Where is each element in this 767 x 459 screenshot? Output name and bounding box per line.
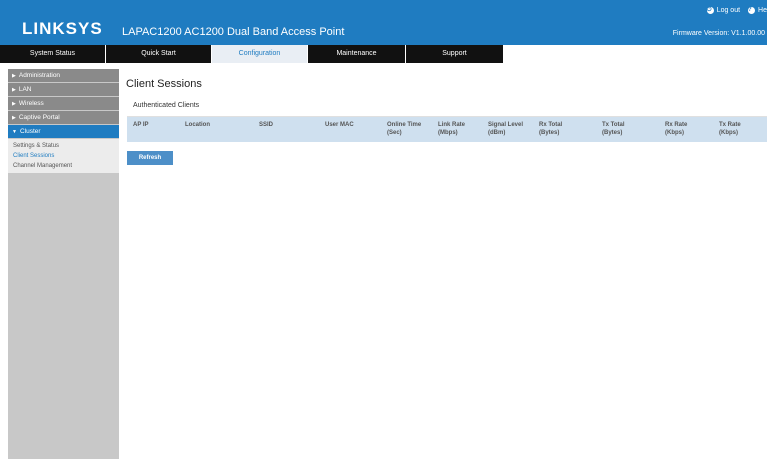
column-header: Signal Level (dBm) <box>488 122 524 136</box>
column-header: Location <box>185 122 210 128</box>
top-links: ⏻ Log out ? He <box>706 7 767 14</box>
tab-quick-start[interactable]: Quick Start <box>106 45 211 63</box>
column-header: Online Time (Sec) <box>387 122 422 136</box>
chevron-right-icon: ▶ <box>12 87 16 93</box>
help-link[interactable]: ? He <box>748 7 767 14</box>
help-icon: ? <box>748 7 756 14</box>
sidebar-item-wireless[interactable]: ▶ Wireless <box>8 97 119 111</box>
page-title: Client Sessions <box>126 78 202 90</box>
sidebar-item-administration[interactable]: ▶ Administration <box>8 69 119 83</box>
sidebar-subitem-settings-status[interactable]: Settings & Status <box>8 141 119 151</box>
column-header: Rx Rate (Kbps) <box>665 122 688 136</box>
column-header: AP IP <box>133 122 149 128</box>
firmware-version: Firmware Version: V1.1.00.00 <box>672 30 765 37</box>
tab-maintenance[interactable]: Maintenance <box>308 45 405 63</box>
sidebar: ▶ Administration ▶ LAN ▶ Wireless ▶ Captive … <box>8 69 119 459</box>
column-header: Tx Rate (Kbps) <box>719 122 741 136</box>
chevron-right-icon: ▶ <box>12 101 16 107</box>
sidebar-submenu: Settings & Status Client Sessions Channe… <box>8 139 119 173</box>
sidebar-subitem-channel-management[interactable]: Channel Management <box>8 161 119 171</box>
tab-system-status[interactable]: System Status <box>0 45 105 63</box>
product-title: LAPAC1200 AC1200 Dual Band Access Point <box>122 26 345 38</box>
chevron-right-icon: ▶ <box>12 73 16 79</box>
linksys-logo: LINKSYS <box>22 19 103 38</box>
chevron-down-icon: ▼ <box>12 129 17 135</box>
sidebar-item-lan[interactable]: ▶ LAN <box>8 83 119 97</box>
column-header: Rx Total (Bytes) <box>539 122 563 136</box>
refresh-button[interactable]: Refresh <box>127 151 173 165</box>
main-nav: System Status Quick Start Configuration … <box>0 45 767 63</box>
sidebar-item-captive-portal[interactable]: ▶ Captive Portal <box>8 111 119 125</box>
power-icon: ⏻ <box>706 7 714 14</box>
column-header: SSID <box>259 122 274 128</box>
logout-link[interactable]: ⏻ Log out <box>706 7 740 14</box>
section-label: Authenticated Clients <box>133 102 200 109</box>
header-bar: LINKSYS LAPAC1200 AC1200 Dual Band Acces… <box>0 0 767 45</box>
column-header: User MAC <box>325 122 354 128</box>
tab-configuration[interactable]: Configuration <box>212 45 307 63</box>
chevron-right-icon: ▶ <box>12 115 16 121</box>
sidebar-item-cluster[interactable]: ▼ Cluster <box>8 125 119 139</box>
tab-support[interactable]: Support <box>406 45 503 63</box>
column-header: Link Rate (Mbps) <box>438 122 466 136</box>
column-header: Tx Total (Bytes) <box>602 122 625 136</box>
clients-table-header: AP IP Location SSID User MAC Online Time… <box>127 116 767 142</box>
sidebar-subitem-client-sessions[interactable]: Client Sessions <box>8 151 119 161</box>
